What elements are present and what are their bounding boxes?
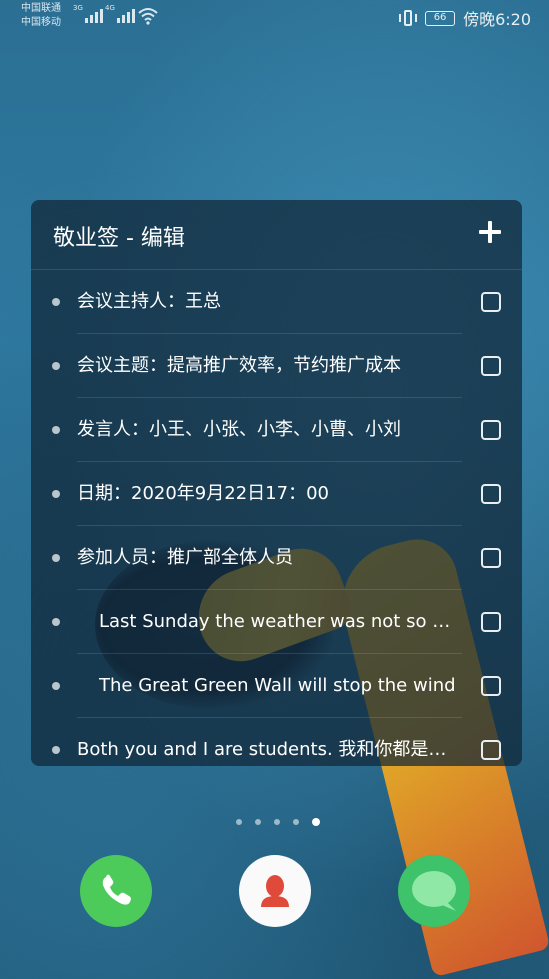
messages-app[interactable]	[398, 855, 470, 927]
checkbox[interactable]	[481, 676, 501, 696]
item-text[interactable]: 发言人：小王、小张、小李、小曹、小刘	[77, 416, 461, 444]
checkbox[interactable]	[481, 420, 501, 440]
wifi-icon	[138, 8, 158, 25]
list-item[interactable]: Both you and I are students. 我和你都是学生	[31, 718, 522, 766]
vibrate-icon	[399, 9, 418, 27]
list-item[interactable]: 会议主题：提高推广效率，节约推广成本	[31, 334, 522, 398]
checkbox[interactable]	[481, 356, 501, 376]
item-text[interactable]: Last Sunday the weather was not so good	[99, 608, 461, 636]
item-text[interactable]: 日期：2020年9月22日17：00	[77, 480, 461, 508]
status-bar: 中国联通 中国移动 3G 4G 66 傍晚6:20	[0, 0, 549, 34]
widget-title[interactable]: 敬业签 - 编辑	[53, 220, 185, 252]
bullet-icon	[52, 426, 60, 434]
item-text[interactable]: 会议主题：提高推广效率，节约推广成本	[77, 352, 461, 380]
list-item[interactable]: 参加人员：推广部全体人员	[31, 526, 522, 590]
checkbox[interactable]	[481, 740, 501, 760]
phone-icon	[102, 874, 131, 905]
phone-app[interactable]	[80, 855, 152, 927]
clock: 傍晚6:20	[463, 10, 531, 29]
page-dot	[255, 819, 261, 825]
signal-icon-2: 4G	[105, 4, 135, 23]
checkbox[interactable]	[481, 484, 501, 504]
bullet-icon	[52, 618, 60, 626]
carrier-labels: 中国联通 中国移动	[21, 2, 61, 30]
page-dot	[293, 819, 299, 825]
widget-header: 敬业签 - 编辑	[31, 200, 522, 270]
list-item[interactable]: 会议主持人：王总	[31, 270, 522, 334]
item-text[interactable]: 参加人员：推广部全体人员	[77, 544, 461, 572]
bullet-icon	[52, 490, 60, 498]
list-item[interactable]: 发言人：小王、小张、小李、小曹、小刘	[31, 398, 522, 462]
messages-icon	[412, 871, 456, 911]
plus-icon[interactable]	[478, 220, 502, 244]
page-dot	[236, 819, 242, 825]
page-dot	[274, 819, 280, 825]
page-indicator	[236, 818, 320, 826]
contacts-icon	[261, 875, 289, 907]
checkbox[interactable]	[481, 548, 501, 568]
bullet-icon	[52, 682, 60, 690]
list-item[interactable]: Last Sunday the weather was not so good	[31, 590, 522, 654]
status-right: 66 傍晚6:20	[399, 6, 531, 30]
checkbox[interactable]	[481, 292, 501, 312]
bullet-icon	[52, 298, 60, 306]
notes-widget: 敬业签 - 编辑 会议主持人：王总 会议主题：提高推广效率，节约推广成本 发言人…	[31, 200, 522, 766]
carrier-1-label: 中国联通	[21, 3, 61, 14]
network-type-1: 3G	[73, 4, 83, 12]
network-type-2: 4G	[105, 4, 115, 12]
battery-icon: 66	[425, 10, 456, 26]
item-text[interactable]: The Great Green Wall will stop the wind	[99, 672, 461, 700]
bullet-icon	[52, 746, 60, 754]
carrier-2-label: 中国移动	[21, 17, 61, 28]
bullet-icon	[52, 362, 60, 370]
contacts-app[interactable]	[239, 855, 311, 927]
item-text[interactable]: Both you and I are students. 我和你都是学生	[77, 736, 461, 764]
bullet-icon	[52, 554, 60, 562]
signal-icon: 3G	[73, 4, 103, 23]
list-item[interactable]: The Great Green Wall will stop the wind	[31, 654, 522, 718]
item-text[interactable]: 会议主持人：王总	[77, 288, 461, 316]
page-dot-active	[312, 818, 320, 826]
list-item[interactable]: 日期：2020年9月22日17：00	[31, 462, 522, 526]
checkbox[interactable]	[481, 612, 501, 632]
